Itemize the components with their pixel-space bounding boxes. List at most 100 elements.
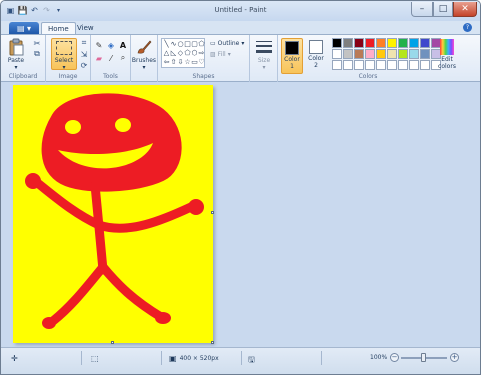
crop-icon[interactable]: ⌗ (79, 38, 89, 48)
palette-swatch[interactable] (409, 49, 419, 59)
zoom-out-button[interactable]: − (390, 353, 399, 362)
palette-swatch[interactable] (343, 60, 353, 70)
resize-handle-bottom[interactable] (111, 341, 114, 344)
palette-swatch[interactable] (354, 60, 364, 70)
palette-swatch[interactable] (354, 49, 364, 59)
hexagon-shape-icon[interactable]: ⬡ (191, 49, 198, 58)
tab-view[interactable]: View (71, 22, 100, 34)
left-arrow-shape-icon[interactable]: ⇦ (163, 58, 170, 67)
palette-swatch[interactable] (409, 38, 419, 48)
outline-dropdown-icon: ▾ (241, 40, 245, 47)
zoom-slider-thumb[interactable] (421, 353, 426, 362)
status-divider (161, 351, 162, 365)
ribbon-tab-row: ▤ ▾ Home View ? (1, 21, 480, 34)
resize-icon[interactable]: ⇲ (79, 49, 89, 59)
zoom-in-button[interactable]: + (450, 353, 459, 362)
palette-swatch[interactable] (376, 60, 386, 70)
minimize-button[interactable]: – (411, 2, 433, 17)
palette-swatch[interactable] (420, 38, 430, 48)
palette-swatch[interactable] (332, 49, 342, 59)
brush-icon (135, 38, 153, 56)
edit-colors-icon (440, 39, 454, 55)
palette-swatch[interactable] (332, 38, 342, 48)
palette-swatch[interactable] (343, 38, 353, 48)
text-tool-icon[interactable]: A (118, 40, 128, 50)
colors-group: Color 1 Color 2 Edit colors Colors (278, 35, 458, 82)
copy-icon[interactable]: ⧉ (32, 49, 42, 59)
diamond-shape-icon[interactable]: ◇ (177, 49, 184, 58)
fill-bucket-icon[interactable]: ◈ (106, 40, 116, 50)
callout-shape-icon[interactable]: ▭ (191, 58, 198, 67)
up-arrow-shape-icon[interactable]: ⇧ (170, 58, 177, 67)
select-dropdown-icon: ▾ (62, 64, 66, 71)
help-icon[interactable]: ? (463, 23, 472, 32)
palette-swatch[interactable] (398, 38, 408, 48)
palette-swatch[interactable] (387, 38, 397, 48)
palette-swatch[interactable] (365, 60, 375, 70)
cut-icon[interactable]: ✂ (32, 38, 42, 48)
eraser-icon[interactable]: ▰ (94, 53, 104, 63)
star-shape-icon[interactable]: ☆ (184, 58, 191, 67)
triangle-shape-icon[interactable]: △ (163, 49, 170, 58)
palette-swatch[interactable] (354, 38, 364, 48)
stick-figure-drawing (25, 93, 204, 329)
edit-colors-button[interactable]: Edit colors (435, 38, 459, 70)
palette-swatch[interactable] (398, 60, 408, 70)
palette-swatch[interactable] (420, 60, 430, 70)
size-icon (255, 38, 273, 56)
close-button[interactable]: ✕ (453, 2, 477, 17)
resize-handle-right[interactable] (211, 211, 214, 214)
right-arrow-shape-icon[interactable]: ⇨ (198, 49, 205, 58)
status-divider (241, 351, 242, 365)
palette-swatch[interactable] (387, 49, 397, 59)
drawing-canvas[interactable] (13, 85, 213, 343)
heart-shape-icon[interactable]: ♡ (198, 58, 205, 67)
curve-shape-icon[interactable]: ∿ (170, 40, 177, 49)
palette-swatch[interactable] (420, 49, 430, 59)
palette-swatch[interactable] (343, 49, 353, 59)
pentagon-shape-icon[interactable]: ⬠ (184, 49, 191, 58)
right-triangle-shape-icon[interactable]: ◺ (170, 49, 177, 58)
line-shape-icon[interactable]: ╲ (163, 40, 170, 49)
resize-handle-corner[interactable] (211, 341, 214, 344)
shapes-gallery[interactable]: ╲ ∿ ○ □ ▢ ⬠ △ ◺ ◇ ⬠ ⬡ ⇨ ⇦ ⇧ ⇩ ☆ ▭ ♡ (161, 38, 205, 68)
fill-dropdown-icon: ▾ (227, 51, 231, 58)
outline-button[interactable]: ▭ Outline ▾ (210, 40, 244, 47)
palette-swatch[interactable] (376, 49, 386, 59)
fill-icon: ▨ (210, 51, 216, 58)
pencil-icon[interactable]: ✎ (94, 40, 104, 50)
menu-icon: ▤ ▾ (16, 23, 32, 33)
rotate-icon[interactable]: ⟳ (79, 60, 89, 70)
shapes-group-label: Shapes (192, 73, 215, 80)
magnifier-icon[interactable]: ⌕ (118, 53, 128, 63)
fill-button[interactable]: ▨ Fill ▾ (210, 51, 231, 58)
down-arrow-shape-icon[interactable]: ⇩ (177, 58, 184, 67)
oval-shape-icon[interactable]: ○ (177, 40, 184, 49)
palette-swatch[interactable] (409, 60, 419, 70)
palette-swatch[interactable] (387, 60, 397, 70)
canvas-workspace (1, 83, 480, 347)
selection-size-icon: ⬚ (91, 354, 99, 363)
palette-swatch[interactable] (332, 60, 342, 70)
size-button[interactable]: Size ▾ (251, 38, 277, 71)
color-picker-icon[interactable]: ⁄ (106, 53, 116, 63)
maximize-button[interactable]: □ (433, 2, 453, 17)
rectangle-shape-icon[interactable]: □ (184, 40, 191, 49)
polygon-shape-icon[interactable]: ⬠ (198, 40, 205, 49)
title-bar: ▣ 💾 ↶ ↷ ▾ Untitled - Paint – □ ✕ (1, 1, 480, 21)
size-dropdown-icon: ▾ (262, 64, 266, 71)
select-button[interactable]: Select ▾ (51, 38, 77, 71)
rounded-rectangle-shape-icon[interactable]: ▢ (191, 40, 198, 49)
palette-swatch[interactable] (398, 49, 408, 59)
palette-swatch[interactable] (376, 38, 386, 48)
image-group-label: Image (58, 73, 78, 80)
palette-swatch[interactable] (365, 38, 375, 48)
paste-label: Paste (7, 57, 25, 64)
size-group: Size ▾ (250, 35, 278, 82)
paint-menu-button[interactable]: ▤ ▾ (9, 22, 39, 34)
paste-button[interactable]: Paste ▾ (3, 38, 29, 71)
color-2-button[interactable]: Color 2 (305, 38, 327, 69)
palette-swatch[interactable] (365, 49, 375, 59)
brushes-button[interactable]: Brushes ▾ (131, 38, 157, 71)
color-1-button[interactable]: Color 1 (281, 38, 303, 74)
